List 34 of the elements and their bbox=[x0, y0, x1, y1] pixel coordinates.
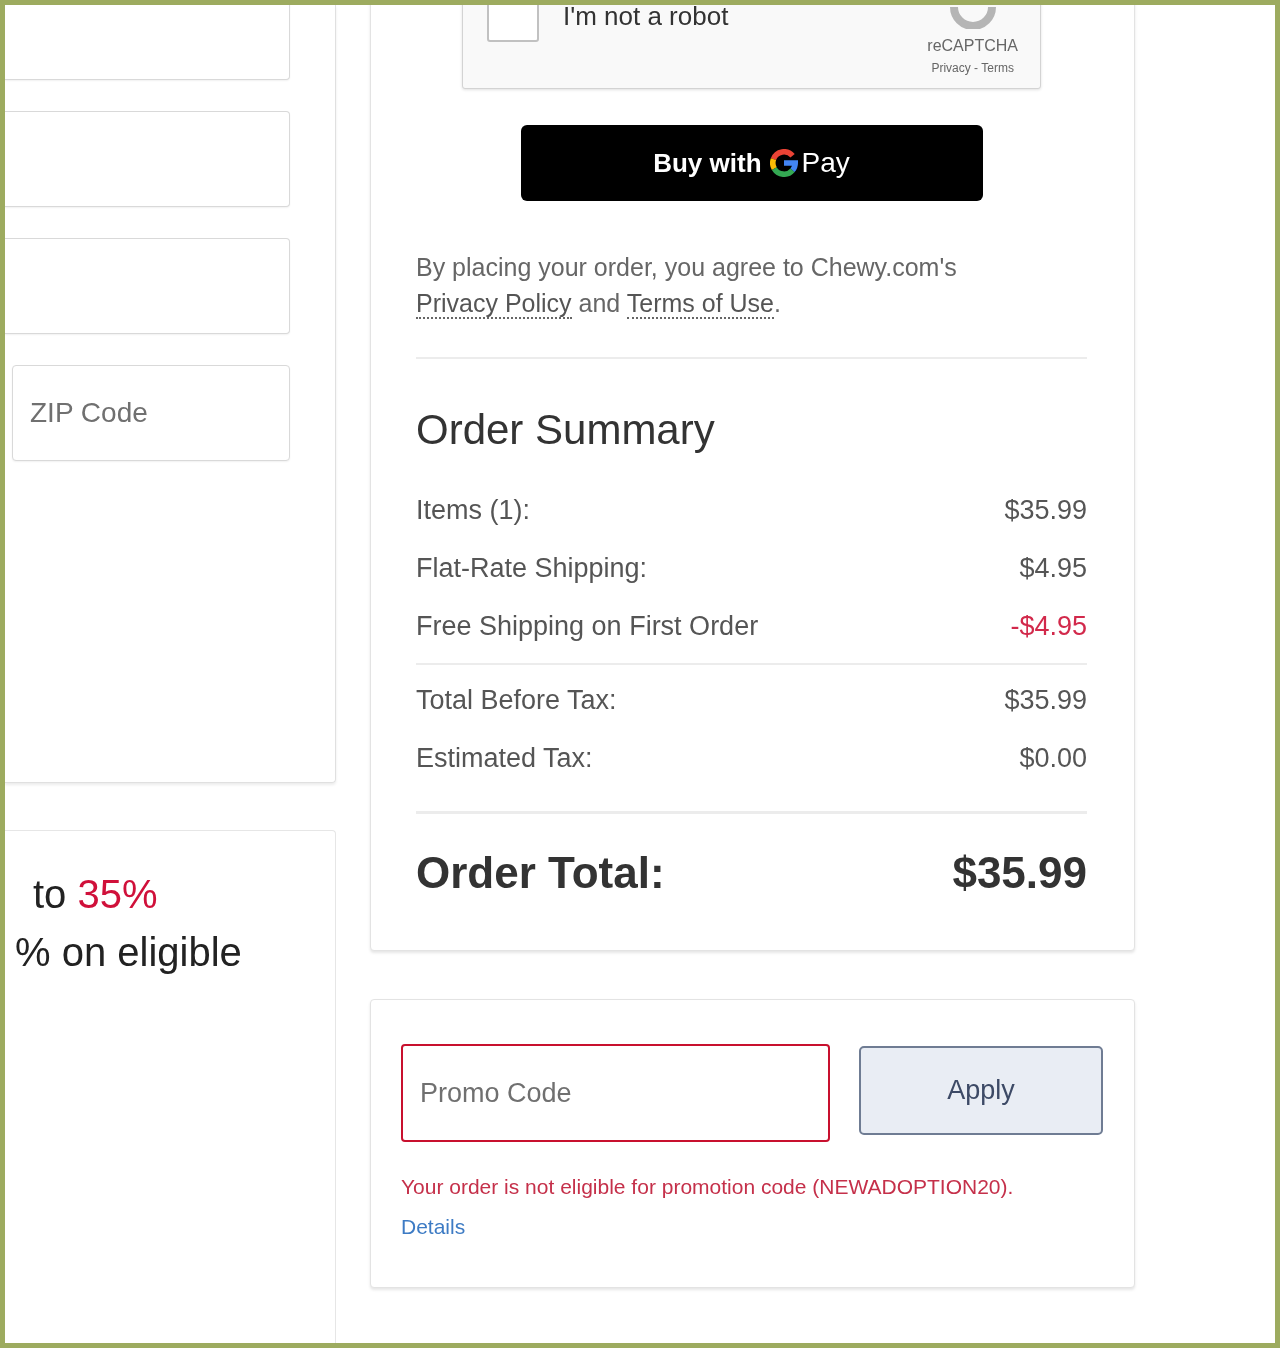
captcha-brand: reCAPTCHA bbox=[927, 37, 1018, 55]
legal-notice: By placing your order, you agree to Chewy.com's Privacy Policy and Terms of Use. bbox=[416, 252, 958, 321]
offer-text: to 35% bbox=[32, 871, 158, 918]
pay-button-label: Buy with bbox=[653, 146, 762, 180]
summary-amount: $35.99 bbox=[1004, 683, 1087, 717]
captcha-checkbox[interactable] bbox=[487, 5, 539, 42]
order-total-amount: $35.99 bbox=[952, 847, 1087, 899]
summary-amount: $4.95 bbox=[1019, 551, 1087, 585]
input-field[interactable] bbox=[5, 238, 290, 334]
policy-link[interactable]: Privacy Policy bbox=[416, 289, 572, 319]
input-field[interactable] bbox=[5, 5, 290, 80]
input-field[interactable] bbox=[5, 111, 290, 207]
promo-code-field[interactable]: Promo Code bbox=[401, 1044, 830, 1142]
zip-code-field[interactable]: ZIP Code bbox=[12, 365, 290, 461]
summary-label: Estimated Tax: bbox=[416, 741, 593, 775]
policy-link[interactable]: Terms of Use bbox=[626, 289, 774, 319]
offer-text: % on eligible bbox=[14, 929, 242, 976]
pay-button-label: Pay bbox=[801, 146, 850, 180]
g-logo-icon bbox=[769, 149, 798, 177]
pay-button[interactable]: Buy with Pay bbox=[520, 125, 983, 201]
summary-amount: $35.99 bbox=[1004, 493, 1087, 527]
captcha-links[interactable]: Privacy - Terms bbox=[931, 61, 1014, 75]
apply-button[interactable]: Apply bbox=[859, 1046, 1103, 1135]
details-link[interactable]: Details bbox=[401, 1213, 466, 1241]
order-total-label: Order Total: bbox=[416, 847, 665, 899]
error-message: Your order is not eligible for promotion code (NEWADOPTION20). bbox=[401, 1174, 1014, 1200]
summary-label: Total Before Tax: bbox=[416, 683, 617, 717]
summary-amount: -$4.95 bbox=[1010, 609, 1087, 643]
order-summary-title: Order Summary bbox=[416, 405, 716, 455]
summary-amount: $0.00 bbox=[1019, 741, 1087, 775]
summary-label: Items (1): bbox=[416, 493, 530, 527]
captcha-label: I'm not a robot bbox=[563, 5, 729, 33]
summary-label: Free Shipping on First Order bbox=[416, 609, 759, 643]
summary-label: Flat-Rate Shipping: bbox=[416, 551, 648, 585]
